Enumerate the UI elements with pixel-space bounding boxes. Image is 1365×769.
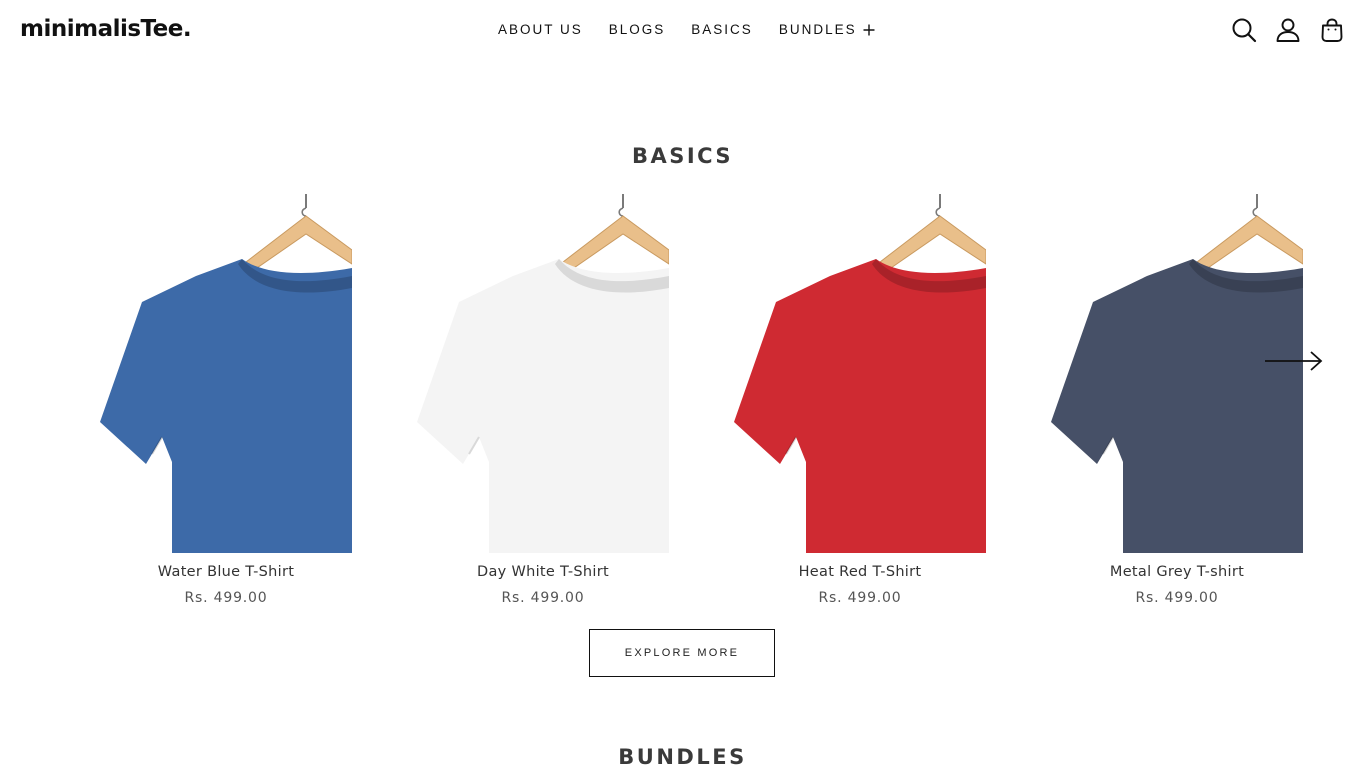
section-title-bundles: BUNDLES [618, 745, 747, 769]
product-card[interactable]: Day White T-Shirt Rs. 499.00 [417, 192, 669, 606]
nav-about-us[interactable]: ABOUT US [498, 21, 583, 39]
product-image[interactable] [100, 192, 352, 553]
nav-bundles[interactable]: BUNDLES [779, 21, 875, 39]
section-title-basics: BASICS [631, 144, 734, 168]
product-image[interactable] [417, 192, 669, 553]
arrow-right-icon[interactable] [1263, 349, 1325, 373]
nav-about-us-label: ABOUT US [498, 22, 583, 37]
cart-icon[interactable] [1319, 17, 1345, 43]
nav-basics-label: BASICS [691, 22, 753, 37]
product-name[interactable]: Metal Grey T-shirt [991, 564, 1363, 580]
product-card[interactable]: Water Blue T-Shirt Rs. 499.00 [100, 192, 352, 606]
nav-blogs[interactable]: BLOGS [609, 21, 666, 39]
plus-icon[interactable] [863, 24, 875, 36]
product-image[interactable] [734, 192, 986, 553]
site-header: minimalisTee. ABOUT US BLOGS BASICS BUND… [0, 0, 1365, 60]
nav-blogs-label: BLOGS [608, 22, 666, 37]
account-icon[interactable] [1275, 17, 1301, 43]
product-card[interactable]: Heat Red T-Shirt Rs. 499.00 [734, 192, 986, 606]
site-logo[interactable]: minimalisTee. [20, 14, 192, 44]
nav-basics[interactable]: BASICS [691, 21, 753, 39]
main-nav: ABOUT US BLOGS BASICS BUNDLES [498, 21, 875, 39]
header-actions [1213, 17, 1345, 43]
search-icon[interactable] [1231, 17, 1257, 43]
product-price: Rs. 499.00 [1135, 590, 1219, 606]
explore-more-button[interactable]: EXPLORE MORE [589, 629, 775, 677]
nav-bundles-label: BUNDLES [778, 22, 857, 37]
